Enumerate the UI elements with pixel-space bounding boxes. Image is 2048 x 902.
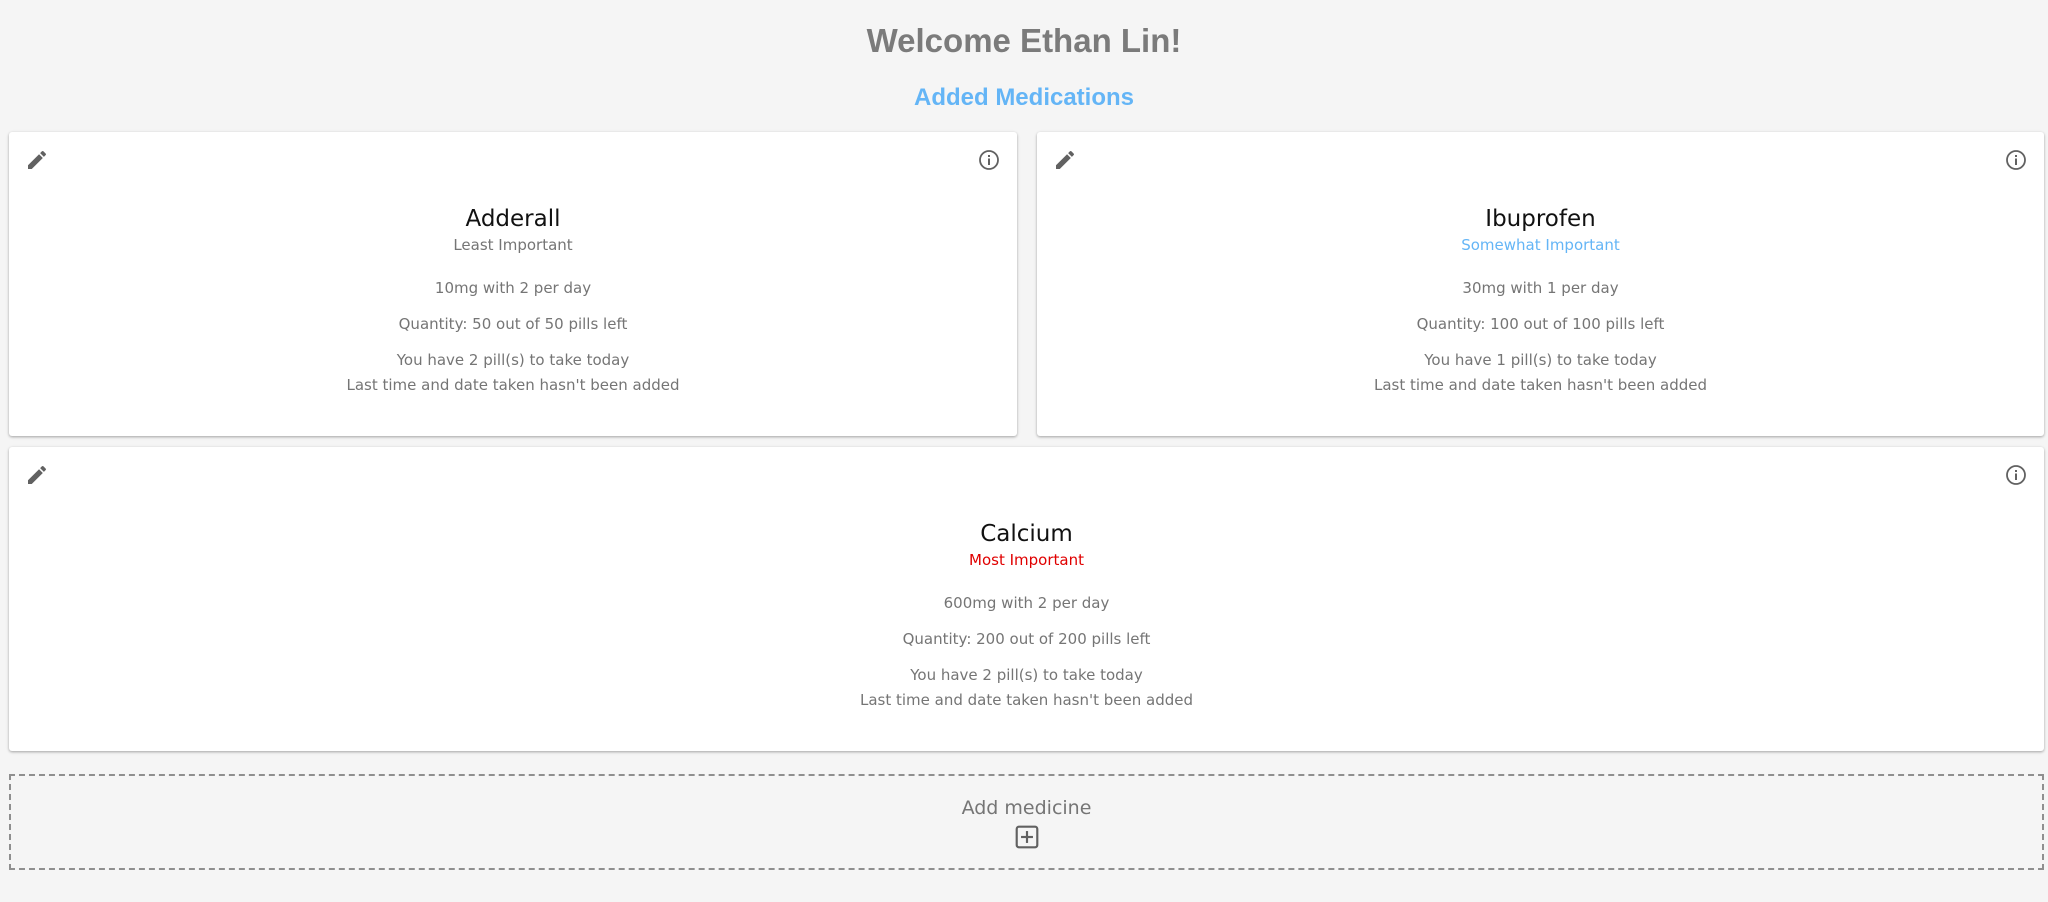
last-taken-text: Last time and date taken hasn't been add…: [346, 376, 680, 394]
pills-today-text: You have 2 pill(s) to take today: [910, 666, 1143, 684]
last-taken-text: Last time and date taken hasn't been add…: [1373, 376, 1707, 394]
section-title: Added Medications: [913, 84, 1135, 111]
priority-label: Somewhat Important: [1461, 236, 1620, 254]
medication-details: Adderall Least Important 10mg with 2 per…: [9, 204, 1017, 395]
medication-card: Adderall Least Important 10mg with 2 per…: [9, 132, 1017, 436]
medication-name: Adderall: [465, 206, 561, 232]
pills-today-text: You have 2 pill(s) to take today: [396, 351, 630, 369]
medication-name: Calcium: [980, 521, 1073, 547]
pills-today-text: You have 1 pill(s) to take today: [1424, 351, 1657, 369]
dosage-text: 30mg with 1 per day: [1462, 279, 1619, 297]
medication-name: Ibuprofen: [1485, 206, 1596, 232]
pencil-icon[interactable]: [1053, 148, 1077, 172]
info-circle-icon[interactable]: [977, 148, 1001, 172]
priority-label: Least Important: [453, 236, 573, 254]
pencil-icon[interactable]: [25, 148, 49, 172]
info-circle-icon[interactable]: [2004, 148, 2028, 172]
medication-details: Ibuprofen Somewhat Important 30mg with 1…: [1037, 204, 2044, 395]
quantity-text: Quantity: 100 out of 100 pills left: [1416, 315, 1665, 333]
add-medicine-label: Add medicine: [961, 797, 1092, 819]
info-circle-icon[interactable]: [2004, 463, 2028, 487]
plus-square-icon: [1014, 824, 1040, 850]
pencil-icon[interactable]: [25, 463, 49, 487]
quantity-text: Quantity: 200 out of 200 pills left: [902, 630, 1151, 648]
medication-details: Calcium Most Important 600mg with 2 per …: [9, 519, 2044, 710]
welcome-heading: Welcome Ethan Lin!: [866, 22, 1182, 59]
last-taken-text: Last time and date taken hasn't been add…: [859, 691, 1193, 709]
priority-label: Most Important: [969, 551, 1084, 569]
medication-card: Calcium Most Important 600mg with 2 per …: [9, 447, 2044, 751]
medication-card: Ibuprofen Somewhat Important 30mg with 1…: [1037, 132, 2044, 436]
dosage-text: 10mg with 2 per day: [434, 279, 592, 297]
add-medicine-button[interactable]: Add medicine: [9, 774, 2044, 870]
dosage-text: 600mg with 2 per day: [943, 594, 1110, 612]
quantity-text: Quantity: 50 out of 50 pills left: [398, 315, 628, 333]
